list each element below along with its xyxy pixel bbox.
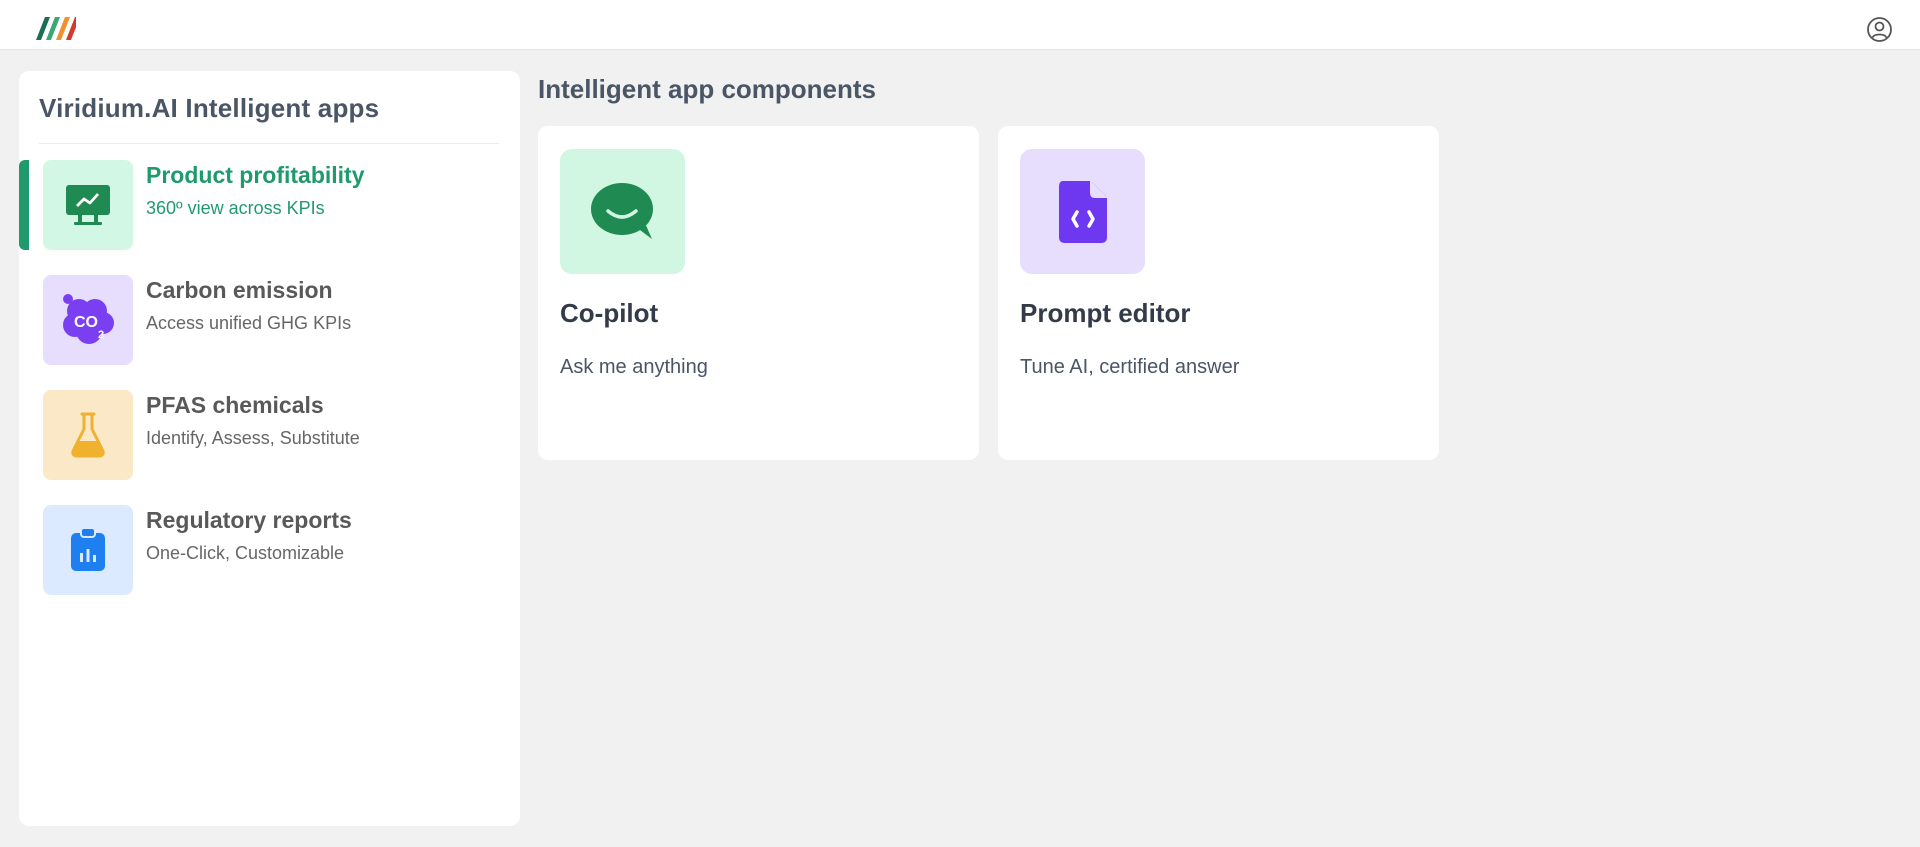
- page-title: Intelligent app components: [538, 74, 877, 104]
- card-description: Tune AI, certified answer: [1020, 356, 1240, 378]
- prompt-editor-card[interactable]: Prompt editor Tune AI, certified answer: [998, 126, 1439, 460]
- card-description: Ask me anything: [560, 356, 708, 378]
- sidebar-item-product-profitability[interactable]: Product profitability 360º view across K…: [19, 160, 520, 252]
- sidebar-item-label: PFAS chemicals: [146, 392, 324, 418]
- sidebar-item-description: Identify, Assess, Substitute: [146, 428, 360, 448]
- flask-icon: [43, 390, 133, 480]
- sidebar-item-label: Carbon emission: [146, 277, 333, 303]
- card-title: Prompt editor: [1020, 298, 1191, 328]
- card-title: Co-pilot: [560, 298, 659, 328]
- monitor-chart-icon: [43, 160, 133, 250]
- top-bar: [0, 0, 1920, 50]
- apps-sidebar: Viridium.AI Intelligent apps Product pro…: [19, 71, 520, 826]
- sidebar-item-description: 360º view across KPIs: [146, 198, 325, 218]
- sidebar-item-pfas-chemicals[interactable]: PFAS chemicals Identify, Assess, Substit…: [19, 390, 520, 482]
- clipboard-chart-icon: [43, 505, 133, 595]
- user-account-icon[interactable]: [1866, 16, 1893, 43]
- sidebar-title: Viridium.AI Intelligent apps: [39, 93, 380, 123]
- active-indicator: [19, 160, 29, 250]
- sidebar-item-description: Access unified GHG KPIs: [146, 313, 352, 333]
- sidebar-item-label: Regulatory reports: [146, 507, 352, 533]
- co2-cloud-icon: CO 2: [43, 275, 133, 365]
- divider: [39, 143, 499, 144]
- chat-bubble-icon: [560, 149, 685, 274]
- code-file-icon: [1020, 149, 1145, 274]
- svg-text:2: 2: [98, 329, 104, 341]
- sidebar-item-label: Product profitability: [146, 162, 365, 188]
- sidebar-item-regulatory-reports[interactable]: Regulatory reports One-Click, Customizab…: [19, 505, 520, 597]
- striped-logo-icon[interactable]: [28, 15, 76, 42]
- co-pilot-card[interactable]: Co-pilot Ask me anything: [538, 126, 979, 460]
- svg-text:CO: CO: [74, 314, 98, 331]
- sidebar-item-description: One-Click, Customizable: [146, 543, 345, 563]
- sidebar-item-carbon-emission[interactable]: CO 2 Carbon emission Access unified GHG …: [19, 275, 520, 367]
